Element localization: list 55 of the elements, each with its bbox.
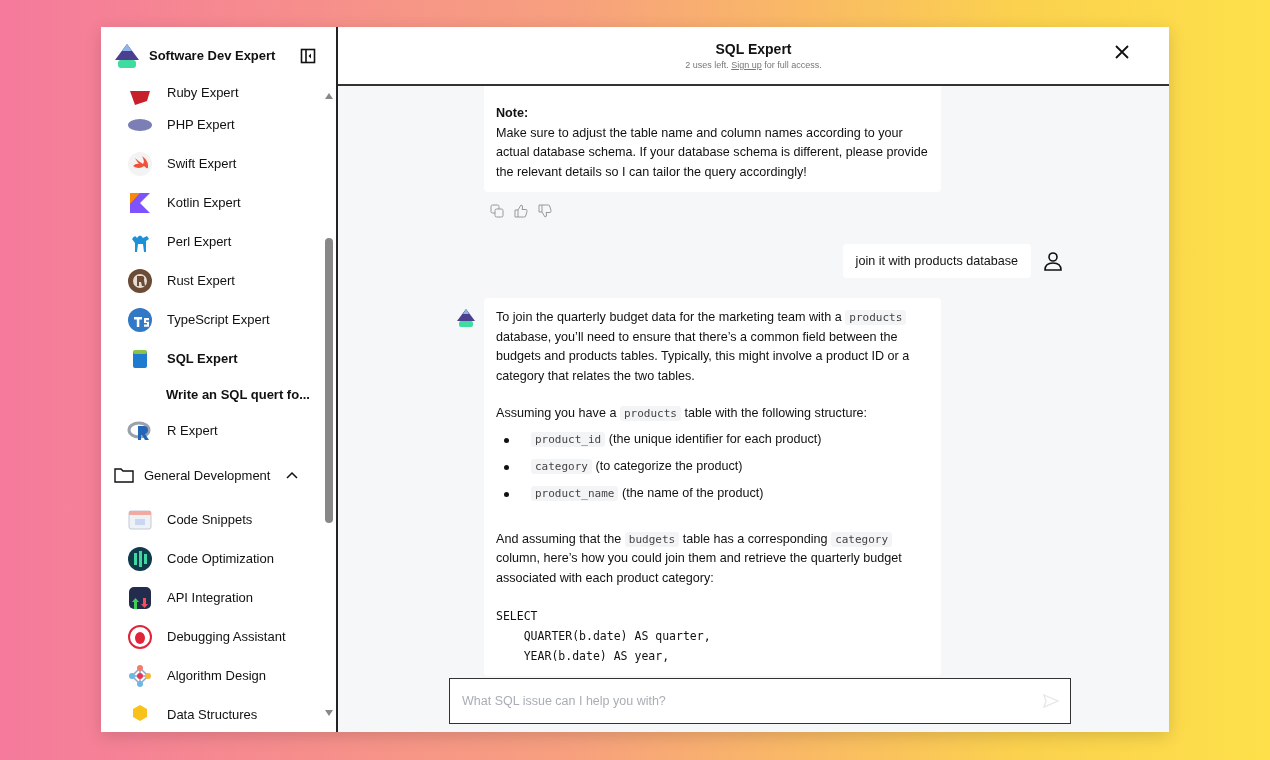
code-line: YEAR(b.date) AS year, xyxy=(522,648,671,665)
thumbs-up-icon[interactable] xyxy=(514,204,528,218)
scroll-up-icon[interactable] xyxy=(325,93,333,99)
gear-icon xyxy=(127,267,153,294)
bird-icon xyxy=(127,150,153,177)
copy-icon[interactable] xyxy=(490,204,504,218)
sidebar-item[interactable]: API Integration xyxy=(101,578,324,617)
bug-icon xyxy=(127,623,153,650)
folder-icon xyxy=(114,467,134,483)
thumbs-down-icon[interactable] xyxy=(538,204,552,218)
message-paragraph: To join the quarterly budget data for the marketing team with a products database, you’ll need to ensure that there’s a common field between the budgets and products tables. Typically, this might involve a product ID or a category that relates the two tables. xyxy=(496,309,911,385)
sidebar-item[interactable]: Swift Expert xyxy=(101,144,324,183)
sidebar-item[interactable]: TypeScript Expert xyxy=(101,300,324,339)
network-icon xyxy=(127,662,153,689)
user-icon xyxy=(1043,251,1063,271)
scroll-down-icon[interactable] xyxy=(325,710,333,716)
sidebar-item[interactable]: R Expert xyxy=(101,411,324,450)
user-message: join it with products database xyxy=(842,244,1031,278)
sign-up-link[interactable]: Sign up xyxy=(731,60,762,70)
code-line: QUARTER(b.date) AS quarter, xyxy=(522,628,712,645)
chevron-icon xyxy=(286,471,298,479)
bullet-icon xyxy=(504,491,509,497)
list-item-text: product_name (the name of the product) xyxy=(531,484,764,504)
collapse-sidebar-button[interactable] xyxy=(300,47,316,64)
mountain-avatar-icon xyxy=(456,308,476,328)
tscircle-icon xyxy=(127,306,153,333)
list-item-text: product_id (the unique identifier for each product) xyxy=(531,430,822,450)
folder-row[interactable]: General Development xyxy=(101,450,324,500)
sidebar-item[interactable]: SQL Expert xyxy=(101,339,324,378)
sidebar-item[interactable]: Rust Expert xyxy=(101,261,324,300)
message-paragraph: And assuming that the budgets table has a corresponding category column, here’s how you could join them and retrieve the quarterly budget associated with each product category: xyxy=(496,530,903,587)
app-title: Software Dev Expert xyxy=(149,48,277,63)
sidebar-item[interactable]: Debugging Assistant xyxy=(101,617,324,656)
message-input[interactable]: What SQL issue can I help you with? xyxy=(449,678,1071,724)
sidebar-item[interactable]: PHP Expert xyxy=(101,105,324,144)
sidebar-item[interactable]: Code Snippets xyxy=(101,500,324,539)
bullet-icon xyxy=(504,437,509,443)
usage-notice: 2 uses left. Sign up for full access. xyxy=(685,60,822,70)
sidebar-item[interactable]: Data Structures xyxy=(101,695,324,732)
note-heading: Note: xyxy=(496,105,530,122)
sidebar-item[interactable]: Algorithm Design xyxy=(101,656,324,695)
list-item-text: category (to categorize the product) xyxy=(531,457,743,477)
sidebar-item[interactable]: Kotlin Expert xyxy=(101,183,324,222)
close-button[interactable] xyxy=(1115,45,1129,59)
message-paragraph: Make sure to adjust the table name and column names according to your actual database schema. If your database schema is different, please provide the relevant details so I can tailor the query accordingly! xyxy=(496,124,929,181)
sidebar-item[interactable]: Write an SQL quert fo... xyxy=(101,378,324,411)
chat-title: SQL Expert xyxy=(715,41,792,57)
binary-icon xyxy=(127,545,153,572)
bullet-icon xyxy=(504,464,509,470)
api-icon xyxy=(127,584,153,611)
sidebar-item[interactable]: Code Optimization xyxy=(101,539,324,578)
code-line: SELECT xyxy=(496,608,539,625)
sidebar-item[interactable]: Perl Expert xyxy=(101,222,324,261)
sidebar-item[interactable]: Ruby Expert xyxy=(101,85,324,105)
message-paragraph: Assuming you have a products table with the following structure: xyxy=(496,405,869,423)
